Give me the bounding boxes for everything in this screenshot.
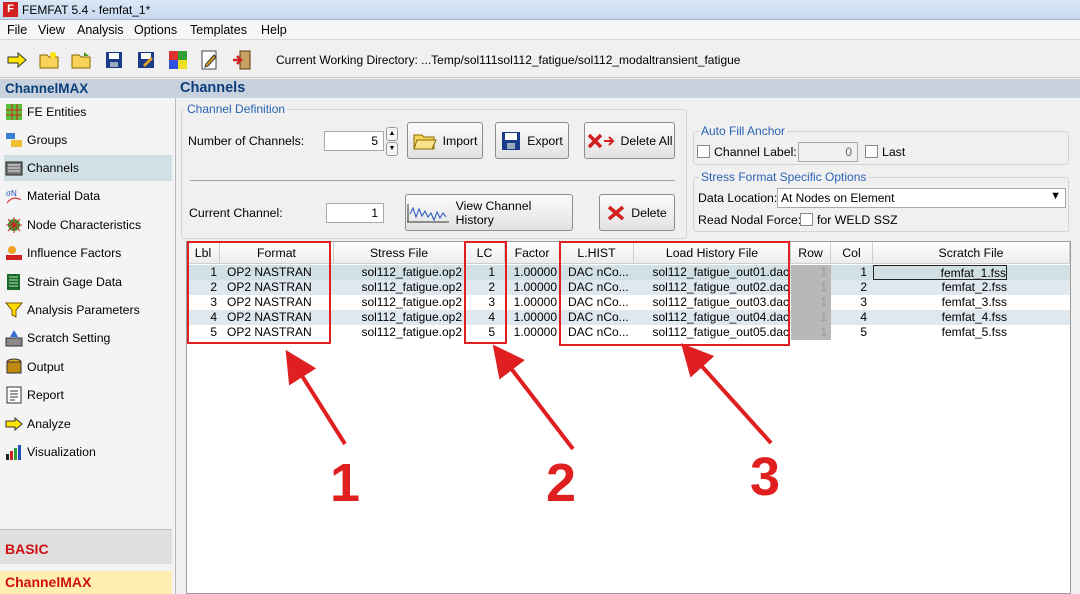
annotation-number-1: 1 xyxy=(330,453,361,513)
annotation-arrows xyxy=(285,343,773,451)
annotation-number-3: 3 xyxy=(750,447,781,507)
annotation-arrow-1 xyxy=(285,349,347,446)
annotation-arrow-3 xyxy=(680,343,773,445)
annotation-number-2: 2 xyxy=(546,453,577,513)
annotation-arrow-2 xyxy=(492,344,575,451)
